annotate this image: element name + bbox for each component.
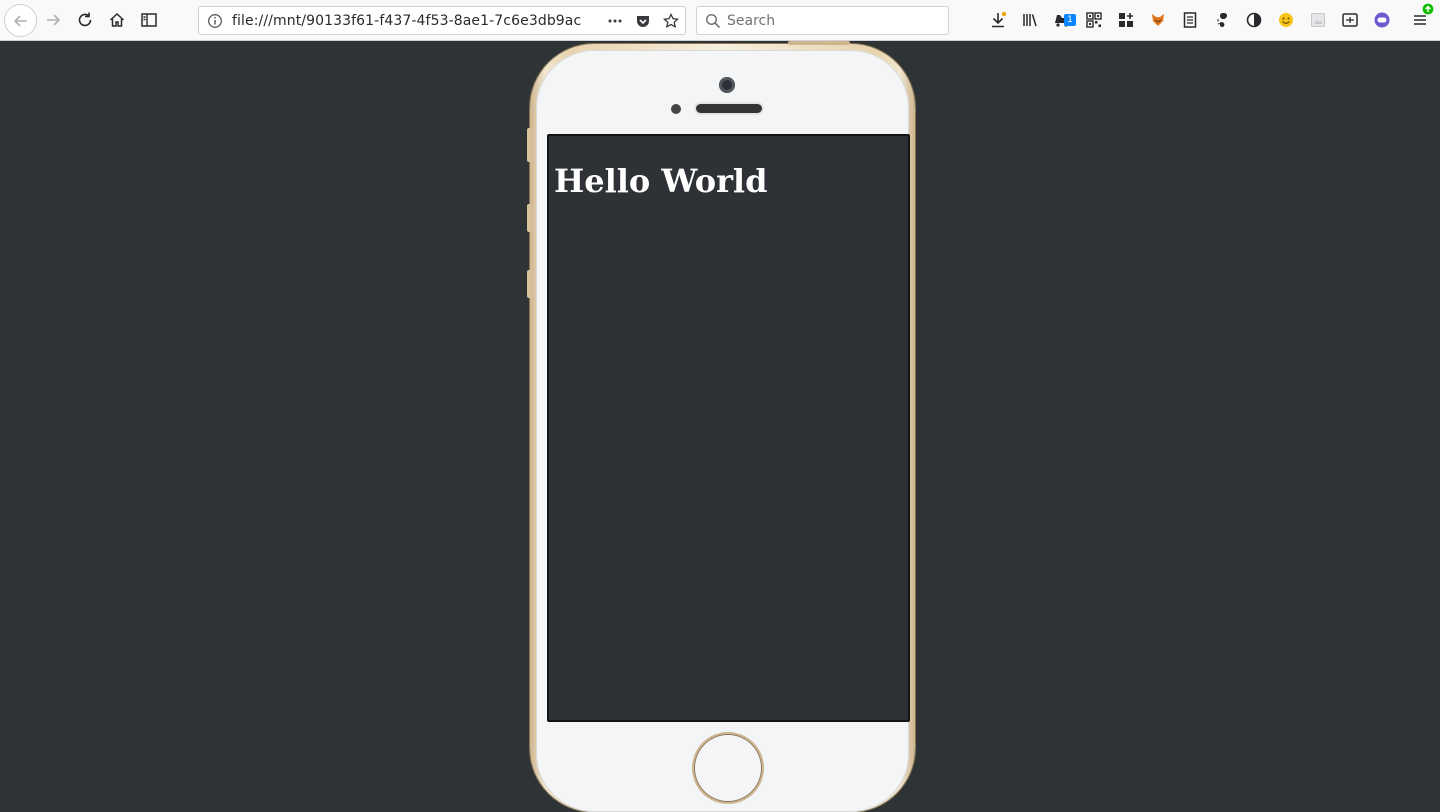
screenshot-button[interactable] — [1338, 8, 1362, 32]
placeholder-extension-button[interactable] — [1306, 8, 1330, 32]
back-button[interactable] — [4, 4, 37, 37]
volume-up-button — [527, 204, 531, 232]
sidebar-button[interactable] — [135, 6, 163, 34]
toggle-icon — [1374, 12, 1390, 28]
screen-heading: Hello World — [554, 162, 768, 200]
menu-button[interactable] — [1408, 3, 1434, 32]
library-button[interactable] — [1018, 8, 1042, 32]
bookmark-star-icon — [663, 13, 679, 29]
page-actions-icon — [608, 19, 622, 23]
browser-toolbar: file:///mnt/90133f61-f437-4f53-8ae1-7c6e… — [0, 0, 1440, 41]
url-bar[interactable]: file:///mnt/90133f61-f437-4f53-8ae1-7c6e… — [198, 6, 686, 35]
downloads-button[interactable] — [986, 8, 1010, 32]
search-input[interactable] — [727, 10, 942, 31]
screenshot-icon — [1342, 13, 1358, 27]
reader-icon — [1183, 12, 1197, 28]
search-bar[interactable] — [696, 6, 949, 35]
fox-icon — [1152, 14, 1164, 26]
forward-icon — [47, 14, 61, 26]
emoji-extension-button[interactable] — [1274, 8, 1298, 32]
earpiece-speaker — [696, 104, 762, 113]
grid-icon — [1119, 13, 1133, 27]
volume-down-button — [527, 270, 531, 298]
downloads-icon — [992, 11, 1007, 28]
placeholder-icon — [1311, 13, 1325, 27]
gnome-extension-button[interactable] — [1210, 8, 1234, 32]
notification-badge: 1 — [1064, 14, 1076, 26]
fox-extension-button[interactable] — [1146, 8, 1170, 32]
home-button-browser[interactable] — [103, 6, 131, 34]
update-available-icon — [1422, 3, 1434, 15]
page-actions-button[interactable] — [604, 11, 626, 31]
phone-face: Hello World — [536, 50, 910, 812]
grid-button[interactable] — [1114, 8, 1138, 32]
proximity-sensor — [671, 104, 681, 114]
qr-code-button[interactable] — [1082, 8, 1106, 32]
library-icon — [1023, 14, 1037, 27]
mute-switch — [527, 128, 531, 162]
pocket-button[interactable] — [632, 11, 654, 31]
front-camera — [719, 77, 735, 93]
reload-button[interactable] — [71, 6, 99, 34]
home-icon — [109, 12, 125, 27]
bookmark-button[interactable] — [660, 11, 682, 31]
forward-button[interactable] — [39, 6, 67, 34]
phone-mockup: Hello World — [527, 41, 915, 812]
phone-home-button[interactable] — [694, 734, 762, 802]
notifications-button[interactable]: 1 — [1050, 8, 1076, 32]
reload-icon — [78, 12, 92, 27]
gnome-icon — [1217, 13, 1228, 28]
reader-button[interactable] — [1178, 8, 1202, 32]
toggle-extension-button[interactable] — [1370, 8, 1394, 32]
sidebar-icon — [141, 13, 157, 27]
url-text[interactable]: file:///mnt/90133f61-f437-4f53-8ae1-7c6e… — [232, 13, 581, 29]
phone-screen: Hello World — [547, 134, 910, 722]
emoji-icon — [1279, 13, 1293, 27]
circle-extension-button[interactable] — [1242, 8, 1266, 32]
circle-icon — [1246, 12, 1262, 28]
info-icon[interactable] — [207, 13, 223, 29]
back-icon — [13, 14, 27, 27]
pocket-icon — [637, 16, 649, 27]
qr-code-icon — [1086, 12, 1102, 28]
power-button — [788, 41, 850, 45]
search-icon — [705, 13, 721, 29]
